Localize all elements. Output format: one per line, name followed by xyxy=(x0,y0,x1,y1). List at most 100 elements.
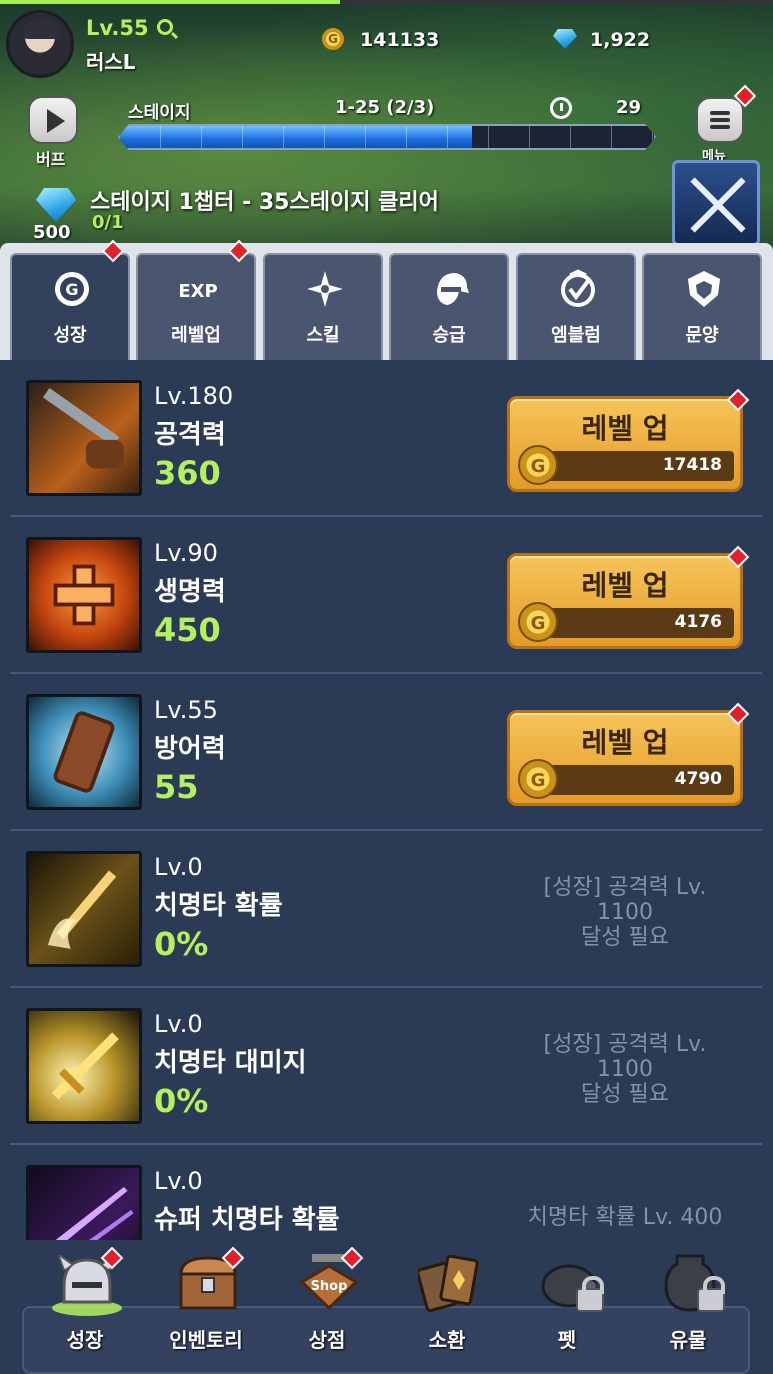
nav-label: 소환 xyxy=(428,1328,466,1352)
exp-bar xyxy=(0,0,773,4)
tab-label: 스킬 xyxy=(306,325,340,346)
stat-value: 55 xyxy=(154,768,199,806)
level-up-label: 레벨 업 xyxy=(581,412,669,445)
stat-row-crit-damage: Lv.0 치명타 대미지 0% [성장] 공격력 Lv. 1100 달성 필요 xyxy=(10,988,762,1145)
stat-row-crit-chance: Lv.0 치명타 확률 0% [성장] 공격력 Lv. 1100 달성 필요 xyxy=(10,831,762,988)
svg-text:EXP: EXP xyxy=(178,281,217,302)
svg-text:G: G xyxy=(65,280,78,299)
gold-amount: 141133 xyxy=(360,29,440,51)
quest-reward: 500 xyxy=(33,222,71,243)
stat-level: Lv.180 xyxy=(154,382,234,410)
stat-row-health: Lv.90 생명력 450 레벨 업 G 4176 xyxy=(10,517,762,674)
tab-label: 엠블럼 xyxy=(551,325,601,346)
gold-g-icon: G xyxy=(55,272,89,306)
nav-label: 펫 xyxy=(557,1328,577,1352)
stat-name: 치명타 확률 xyxy=(154,891,283,921)
level-up-cost: G 4790 xyxy=(518,759,734,799)
tab-promotion[interactable]: 승급 xyxy=(389,253,509,360)
stage-timer: 29 xyxy=(616,97,642,118)
requirement-line: 달성 필요 xyxy=(581,925,669,950)
gem-amount: 1,922 xyxy=(590,29,651,51)
lock-icon xyxy=(697,1276,725,1312)
stat-row-defense: Lv.55 방어력 55 레벨 업 G 4790 xyxy=(10,674,762,831)
lock-icon xyxy=(576,1276,604,1312)
skill-shuriken-icon xyxy=(307,271,343,307)
stat-level: Lv.90 xyxy=(154,539,218,567)
unlock-requirement: 치명타 확률 Lv. 400 xyxy=(527,1205,723,1230)
auto-battle-button[interactable] xyxy=(672,160,760,246)
quest-gem-icon xyxy=(36,188,76,222)
requirement-line: 1100 xyxy=(597,900,653,925)
nav-summon[interactable]: 소환 xyxy=(392,1248,502,1368)
tab-skill[interactable]: 스킬 xyxy=(263,253,383,360)
tab-levelup[interactable]: EXP 레벨업 xyxy=(136,253,256,360)
stat-row-attack: Lv.180 공격력 360 레벨 업 G 17418 xyxy=(10,360,762,517)
gold-coin-icon: G xyxy=(322,28,344,50)
menu-button[interactable] xyxy=(696,97,744,143)
avatar[interactable] xyxy=(6,10,74,78)
tab-label: 레벨업 xyxy=(171,325,221,346)
nav-label: 인벤토리 xyxy=(169,1328,243,1352)
quest-title[interactable]: 스테이지 1챕터 - 35스테이지 클리어 xyxy=(90,184,439,216)
stat-level: Lv.55 xyxy=(154,696,218,724)
quest-progress: 0/1 xyxy=(92,212,124,233)
stage-progress-ticks xyxy=(120,126,654,148)
requirement-line: 1100 xyxy=(597,1057,653,1082)
tab-growth[interactable]: G 성장 xyxy=(10,253,130,360)
tab-label: 성장 xyxy=(53,325,87,346)
gold-coin-icon: G xyxy=(518,445,558,485)
level-up-cost: G 4176 xyxy=(518,602,734,642)
search-icon[interactable] xyxy=(157,19,173,35)
stat-value: 360 xyxy=(154,454,221,492)
cost-amount: 4790 xyxy=(674,769,722,789)
level-up-label: 레벨 업 xyxy=(581,726,669,759)
stat-value: 0% xyxy=(154,1082,209,1120)
nav-relic[interactable]: 유물 xyxy=(633,1248,743,1368)
stat-level: Lv.0 xyxy=(154,1010,203,1038)
tab-label: 승급 xyxy=(432,325,466,346)
gem-icon xyxy=(553,29,577,49)
nav-label: 상점 xyxy=(308,1328,346,1352)
stage-progress-bar xyxy=(118,124,656,150)
purple-slash-icon xyxy=(26,1165,142,1240)
stat-name: 방어력 xyxy=(154,734,226,764)
clock-icon xyxy=(550,97,572,119)
emblem-badge-icon xyxy=(561,269,595,307)
player-name: 러스L xyxy=(86,50,136,74)
shield-crest-icon xyxy=(688,271,720,307)
tab-label: 문양 xyxy=(685,325,719,346)
level-up-button[interactable]: 레벨 업 G 4176 xyxy=(507,553,743,649)
nav-label: 유물 xyxy=(669,1328,707,1352)
shield-icon xyxy=(26,694,142,810)
tab-emblem[interactable]: 엠블럼 xyxy=(516,253,636,360)
stat-level: Lv.0 xyxy=(154,853,203,881)
nav-inventory[interactable]: 인벤토리 xyxy=(151,1248,261,1368)
nav-growth[interactable]: 성장 xyxy=(30,1248,140,1368)
nav-shop[interactable]: Shop 상점 xyxy=(272,1248,382,1368)
stat-row-super-crit-chance: Lv.0 슈퍼 치명타 확률 치명타 확률 Lv. 400 xyxy=(10,1145,762,1240)
buff-label: 버프 xyxy=(36,150,66,169)
shop-sign-text: Shop xyxy=(311,1279,348,1294)
level-up-button[interactable]: 레벨 업 G 17418 xyxy=(507,396,743,492)
stat-level: Lv.0 xyxy=(154,1167,203,1195)
stat-name: 생명력 xyxy=(154,577,226,607)
tab-pattern[interactable]: 문양 xyxy=(642,253,762,360)
requirement-line: [성장] 공격력 Lv. xyxy=(543,1032,707,1057)
gold-coin-icon: G xyxy=(518,602,558,642)
stat-name: 공격력 xyxy=(154,420,226,450)
health-cross-icon xyxy=(26,537,142,653)
stage-label: 스테이지 xyxy=(128,103,191,123)
level-up-cost: G 17418 xyxy=(518,445,734,485)
unlock-requirement: [성장] 공격력 Lv. 1100 달성 필요 xyxy=(510,875,740,950)
stat-value: 450 xyxy=(154,611,221,649)
nav-pet[interactable]: 펫 xyxy=(512,1248,622,1368)
sword-icon xyxy=(26,380,142,496)
flaming-sword-icon xyxy=(26,851,142,967)
level-up-button[interactable]: 레벨 업 G 4790 xyxy=(507,710,743,806)
top-hud: Lv.55 러스L G 141133 1,922 버프 스테이지 1-25 (2… xyxy=(0,0,773,250)
cost-amount: 4176 xyxy=(674,612,722,632)
level-up-label: 레벨 업 xyxy=(581,569,669,602)
growth-stat-list: Lv.180 공격력 360 레벨 업 G 17418 Lv.90 생명력 45… xyxy=(0,360,773,1240)
cost-amount: 17418 xyxy=(662,455,722,475)
buff-play-button[interactable] xyxy=(28,96,78,144)
